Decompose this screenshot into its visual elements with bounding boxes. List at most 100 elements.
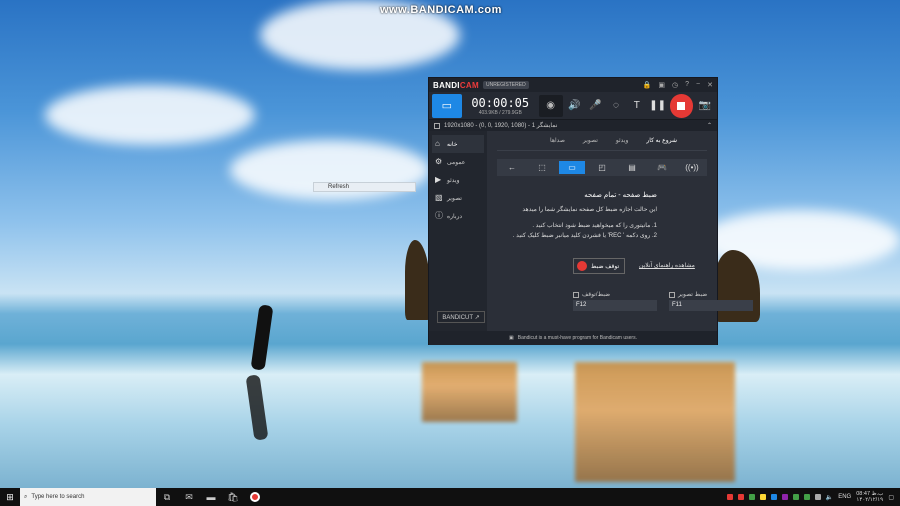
audio-mode-button[interactable]: ((•)) bbox=[679, 161, 705, 174]
speaker-icon: 🔊 bbox=[568, 100, 581, 111]
file-size: 403.9KB / 279.9GB bbox=[478, 109, 522, 116]
notification-icon[interactable]: ▢ bbox=[888, 494, 894, 501]
fullscreen-mode-button[interactable]: ▭ bbox=[559, 161, 585, 174]
help-icon[interactable]: ? bbox=[685, 81, 689, 89]
speaker-button[interactable]: 🔊 bbox=[566, 96, 584, 116]
screen-mode-button[interactable]: ▭ bbox=[432, 93, 462, 118]
store-icon[interactable]: 🛍 bbox=[222, 488, 244, 506]
pause-icon: ❚❚ bbox=[649, 100, 666, 111]
sidebar: ⌂ خانه ⚙ عمومی ▶ ویدئو ▧ تصویر ⓘ درباره BANDI… bbox=[429, 131, 487, 331]
record-dot-icon bbox=[577, 261, 587, 271]
hotkey-record-checkbox[interactable] bbox=[573, 291, 579, 298]
hotkey-image-checkbox[interactable] bbox=[669, 291, 675, 298]
search-icon: ⌕ bbox=[24, 493, 28, 500]
sidebar-item-image[interactable]: ▧ تصویر bbox=[432, 189, 484, 207]
language-indicator[interactable]: ENG bbox=[838, 494, 851, 500]
runner-reflection bbox=[245, 374, 269, 441]
stop-recording-button[interactable]: توقف ضبط bbox=[573, 258, 625, 274]
lock-icon[interactable]: 🔒 bbox=[643, 81, 652, 89]
rectangle-mode-button[interactable]: ⬚ bbox=[529, 161, 555, 174]
tab-getting-started[interactable]: شروع به کار bbox=[646, 137, 677, 144]
bandicam-taskbar-icon[interactable] bbox=[244, 488, 266, 506]
hotkey-record: ضبط/توقف F12 bbox=[573, 291, 657, 311]
registration-badge: UNREGISTERED bbox=[482, 81, 529, 89]
image-icon: ▧ bbox=[435, 193, 443, 202]
collapse-icon[interactable]: ⌃ bbox=[707, 122, 712, 129]
toolbar: ▭ 00:00:05 403.9KB / 279.9GB ◉ 🔊 🎤 ◌ T ❚… bbox=[429, 92, 717, 120]
hotkey-image-field[interactable]: F11 bbox=[669, 300, 753, 311]
webcam-button[interactable]: ◉ bbox=[538, 94, 563, 117]
tray-icon[interactable] bbox=[770, 494, 777, 500]
task-view-icon[interactable]: ⧉ bbox=[156, 488, 178, 506]
cursor-effect-button[interactable]: ◌ bbox=[607, 96, 625, 116]
tray-icon[interactable] bbox=[726, 494, 733, 500]
mail-icon[interactable]: ✉ bbox=[178, 488, 200, 506]
bandicam-window: BANDICAM UNREGISTERED 🔒 ▣ ◷ ? − ✕ ▭ 00:0… bbox=[428, 77, 753, 345]
file-explorer-icon[interactable]: ▬ bbox=[200, 488, 222, 506]
rock-left bbox=[405, 240, 430, 320]
rock-reflection bbox=[575, 362, 735, 482]
bandicut-icon: ▣ bbox=[509, 335, 514, 341]
minimize-icon[interactable]: − bbox=[696, 81, 700, 89]
bandicut-button[interactable]: BANDICUT ↗ bbox=[437, 311, 485, 323]
stop-record-button[interactable] bbox=[669, 93, 694, 118]
tab-bar: صداها تصویر ویدئو شروع به کار bbox=[497, 137, 707, 151]
tab-video[interactable]: ویدئو bbox=[616, 137, 629, 144]
close-icon[interactable]: ✕ bbox=[707, 81, 713, 89]
main-panel: صداها تصویر ویدئو شروع به کار ← ⬚ ▭ ◰ ▤ … bbox=[487, 131, 753, 331]
hotkey-record-field[interactable]: F12 bbox=[573, 300, 657, 311]
capture-target: 1920x1080 - (0, 0, 1920, 1080) - نمایشگر… bbox=[444, 123, 558, 129]
tray-icon[interactable] bbox=[803, 494, 810, 500]
tray-icon[interactable] bbox=[748, 494, 755, 500]
context-menu-refresh[interactable]: Refresh bbox=[313, 182, 416, 192]
tray-icon[interactable] bbox=[814, 494, 821, 500]
tray-icon[interactable] bbox=[792, 494, 799, 500]
microphone-button[interactable]: 🎤 bbox=[586, 96, 604, 116]
tab-image[interactable]: تصویر bbox=[583, 137, 598, 144]
tray-icon[interactable] bbox=[759, 494, 766, 500]
windows-start-icon[interactable]: ⊞ bbox=[0, 488, 20, 506]
hotkey-image: ضبط تصویر F11 bbox=[669, 291, 753, 311]
cursor-mode-button[interactable]: ◰ bbox=[589, 161, 615, 174]
sidebar-item-about[interactable]: ⓘ درباره bbox=[432, 207, 484, 225]
step-2: 2. روی دکمه ' REC' یا فشردن کلید میانبر … bbox=[512, 233, 657, 240]
sidebar-item-video[interactable]: ▶ ویدئو bbox=[432, 171, 484, 189]
mode-selector: ← ⬚ ▭ ◰ ▤ 🎮 ((•)) bbox=[497, 159, 707, 176]
taskbar-search[interactable]: ⌕ Type here to search bbox=[20, 488, 156, 506]
footer-banner[interactable]: ▣ Bandicut is a must-have program for Ban… bbox=[429, 331, 717, 345]
screenshot-button[interactable]: 📷 bbox=[696, 96, 714, 116]
timer: 00:00:05 403.9KB / 279.9GB bbox=[465, 96, 536, 116]
mode-description: ضبط صفحه - تمام صفحه این حالت اجازه ضبط … bbox=[497, 190, 707, 241]
monitor-icon: ▭ bbox=[441, 100, 453, 112]
step-1: 1. مانیتوری را که میخواهید ضبط شود انتخا… bbox=[532, 223, 657, 230]
rock-reflection bbox=[422, 362, 517, 422]
volume-icon[interactable]: 🔈 bbox=[826, 494, 833, 501]
hotkeys: ضبط/توقف F12 ضبط تصویر F11 bbox=[573, 291, 753, 311]
stop-icon bbox=[677, 101, 686, 110]
info-icon: ⓘ bbox=[435, 211, 443, 220]
runner-silhouette bbox=[250, 304, 274, 371]
video-icon: ▶ bbox=[435, 175, 442, 184]
cloud bbox=[45, 85, 255, 145]
back-button[interactable]: ← bbox=[499, 161, 525, 174]
sidebar-item-general[interactable]: ⚙ عمومی bbox=[432, 153, 484, 171]
pause-button[interactable]: ❚❚ bbox=[649, 96, 667, 116]
device-mode-button[interactable]: ▤ bbox=[619, 161, 645, 174]
online-help-link[interactable]: مشاهده راهنمای آنلاین bbox=[639, 262, 695, 269]
sidebar-item-home[interactable]: ⌂ خانه bbox=[432, 135, 484, 153]
folder-icon[interactable]: ▣ bbox=[658, 81, 665, 89]
watermark: www.BANDICAM.com bbox=[380, 4, 502, 16]
tray-icon[interactable] bbox=[737, 494, 744, 500]
tab-sounds[interactable]: صداها bbox=[550, 137, 565, 144]
tray-icon[interactable] bbox=[781, 494, 788, 500]
clock-icon[interactable]: ◷ bbox=[672, 81, 678, 89]
app-logo: BANDICAM bbox=[433, 80, 479, 90]
home-icon: ⌂ bbox=[435, 139, 440, 148]
capture-target-bar: 1920x1080 - (0, 0, 1920, 1080) - نمایشگر… bbox=[429, 120, 717, 131]
text-overlay-button[interactable]: T bbox=[628, 96, 646, 116]
target-checkbox[interactable] bbox=[434, 122, 440, 129]
clock[interactable]: 08:47 ب.ظ ۱۴۰۲/۱۲/۱۹ bbox=[856, 491, 883, 503]
taskbar: ⊞ ⌕ Type here to search ⧉ ✉ ▬ 🛍 🔈 ENG 08:… bbox=[0, 488, 900, 506]
game-mode-button[interactable]: 🎮 bbox=[649, 161, 675, 174]
webcam-icon: ◉ bbox=[546, 100, 556, 111]
